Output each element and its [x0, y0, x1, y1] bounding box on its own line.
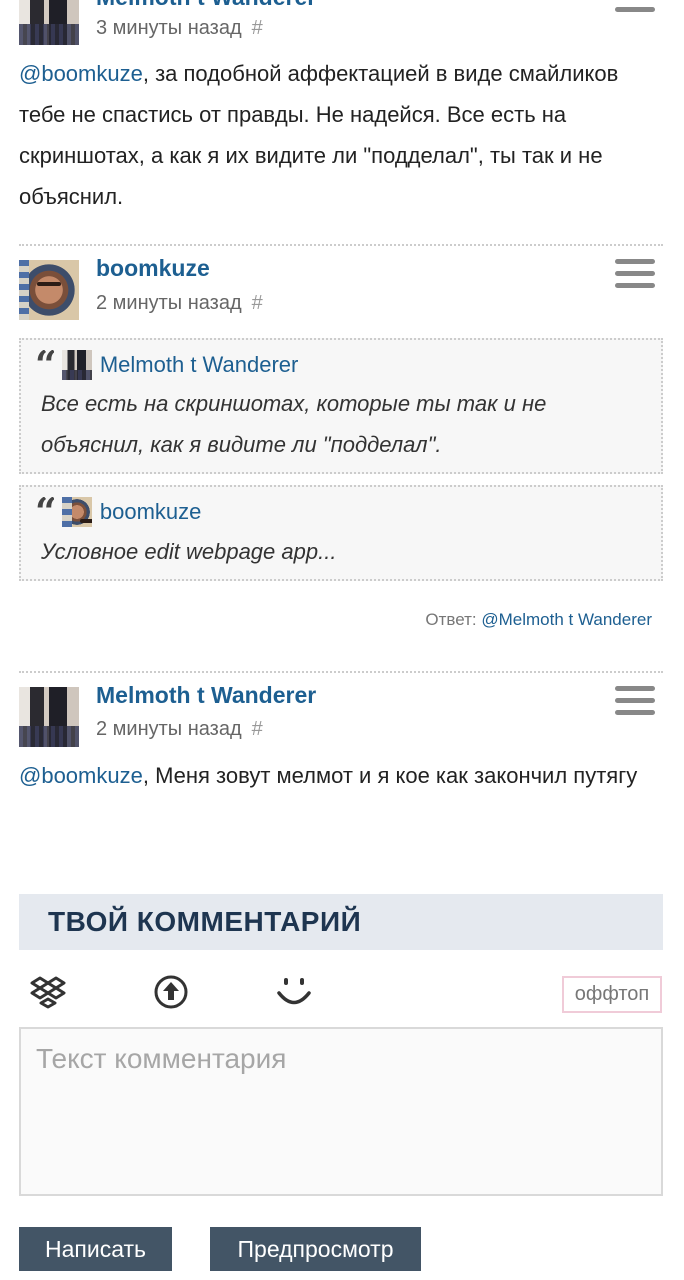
- comment-time: 2 минуты назад #: [96, 718, 263, 741]
- permalink-hash[interactable]: #: [252, 17, 263, 39]
- quote-mark-icon: “: [35, 497, 54, 527]
- avatar[interactable]: [19, 260, 79, 320]
- quote-mark-icon: “: [35, 350, 54, 380]
- comment-author[interactable]: Melmoth t Wanderer: [96, 682, 316, 709]
- comment-menu-button[interactable]: [615, 686, 655, 716]
- comment-body: @boomkuze, Меня зовут мелмот и я кое как…: [19, 755, 659, 796]
- comment-form-title: ТВОЙ КОММЕНТАРИЙ: [48, 906, 362, 937]
- avatar[interactable]: [19, 687, 79, 747]
- reply-to-link[interactable]: @Melmoth t Wanderer: [481, 610, 652, 629]
- dropbox-icon[interactable]: [28, 972, 68, 1012]
- reply-to: Ответ: @Melmoth t Wanderer: [425, 610, 652, 630]
- comment-time: 3 минуты назад #: [96, 17, 263, 40]
- quote-header: “ Melmoth t Wanderer: [35, 350, 298, 380]
- comment-menu-button[interactable]: [615, 259, 655, 289]
- time-text: 2 минуты назад: [96, 718, 242, 740]
- avatar[interactable]: [19, 0, 79, 45]
- comment-body: @boomkuze, за подобной аффектацией в вид…: [19, 53, 659, 217]
- quote-text: Условное edit webpage app...: [41, 539, 337, 564]
- quote-author[interactable]: boomkuze: [100, 499, 202, 525]
- comment-author[interactable]: boomkuze: [96, 255, 210, 282]
- comment-textarea[interactable]: [19, 1027, 663, 1196]
- submit-button[interactable]: Написать: [19, 1227, 172, 1271]
- time-text: 3 минуты назад: [96, 17, 242, 39]
- smiley-icon[interactable]: [274, 972, 314, 1012]
- reply-label: Ответ:: [425, 610, 477, 629]
- quote-block: “ Melmoth t Wanderer Все есть на скриншо…: [19, 338, 663, 474]
- comment-time: 2 минуты назад #: [96, 292, 263, 315]
- permalink-hash[interactable]: #: [252, 718, 263, 740]
- quote-block: “ boomkuze Условное edit webpage app...: [19, 485, 663, 581]
- upload-icon[interactable]: [151, 972, 191, 1012]
- quote-header: “ boomkuze: [35, 497, 201, 527]
- divider: [19, 244, 663, 246]
- time-text: 2 минуты назад: [96, 292, 242, 314]
- quote-author[interactable]: Melmoth t Wanderer: [100, 352, 298, 378]
- mention-link[interactable]: @boomkuze: [19, 61, 143, 86]
- comment-text: , Меня зовут мелмот и я кое как закончил…: [142, 763, 638, 788]
- permalink-hash[interactable]: #: [252, 292, 263, 314]
- mention-link[interactable]: @boomkuze: [19, 763, 143, 788]
- preview-button[interactable]: Предпросмотр: [210, 1227, 421, 1271]
- quote-text: Все есть на скриншотах, которые ты так и…: [41, 391, 547, 457]
- comment-menu-button[interactable]: [615, 0, 655, 25]
- comment-author[interactable]: Melmoth t Wanderer: [96, 0, 316, 11]
- offtop-toggle[interactable]: оффтоп: [562, 976, 662, 1013]
- quote-avatar[interactable]: [61, 350, 92, 380]
- divider: [19, 671, 663, 673]
- quote-avatar[interactable]: [61, 497, 92, 527]
- comment-form-header: ТВОЙ КОММЕНТАРИЙ: [19, 894, 663, 950]
